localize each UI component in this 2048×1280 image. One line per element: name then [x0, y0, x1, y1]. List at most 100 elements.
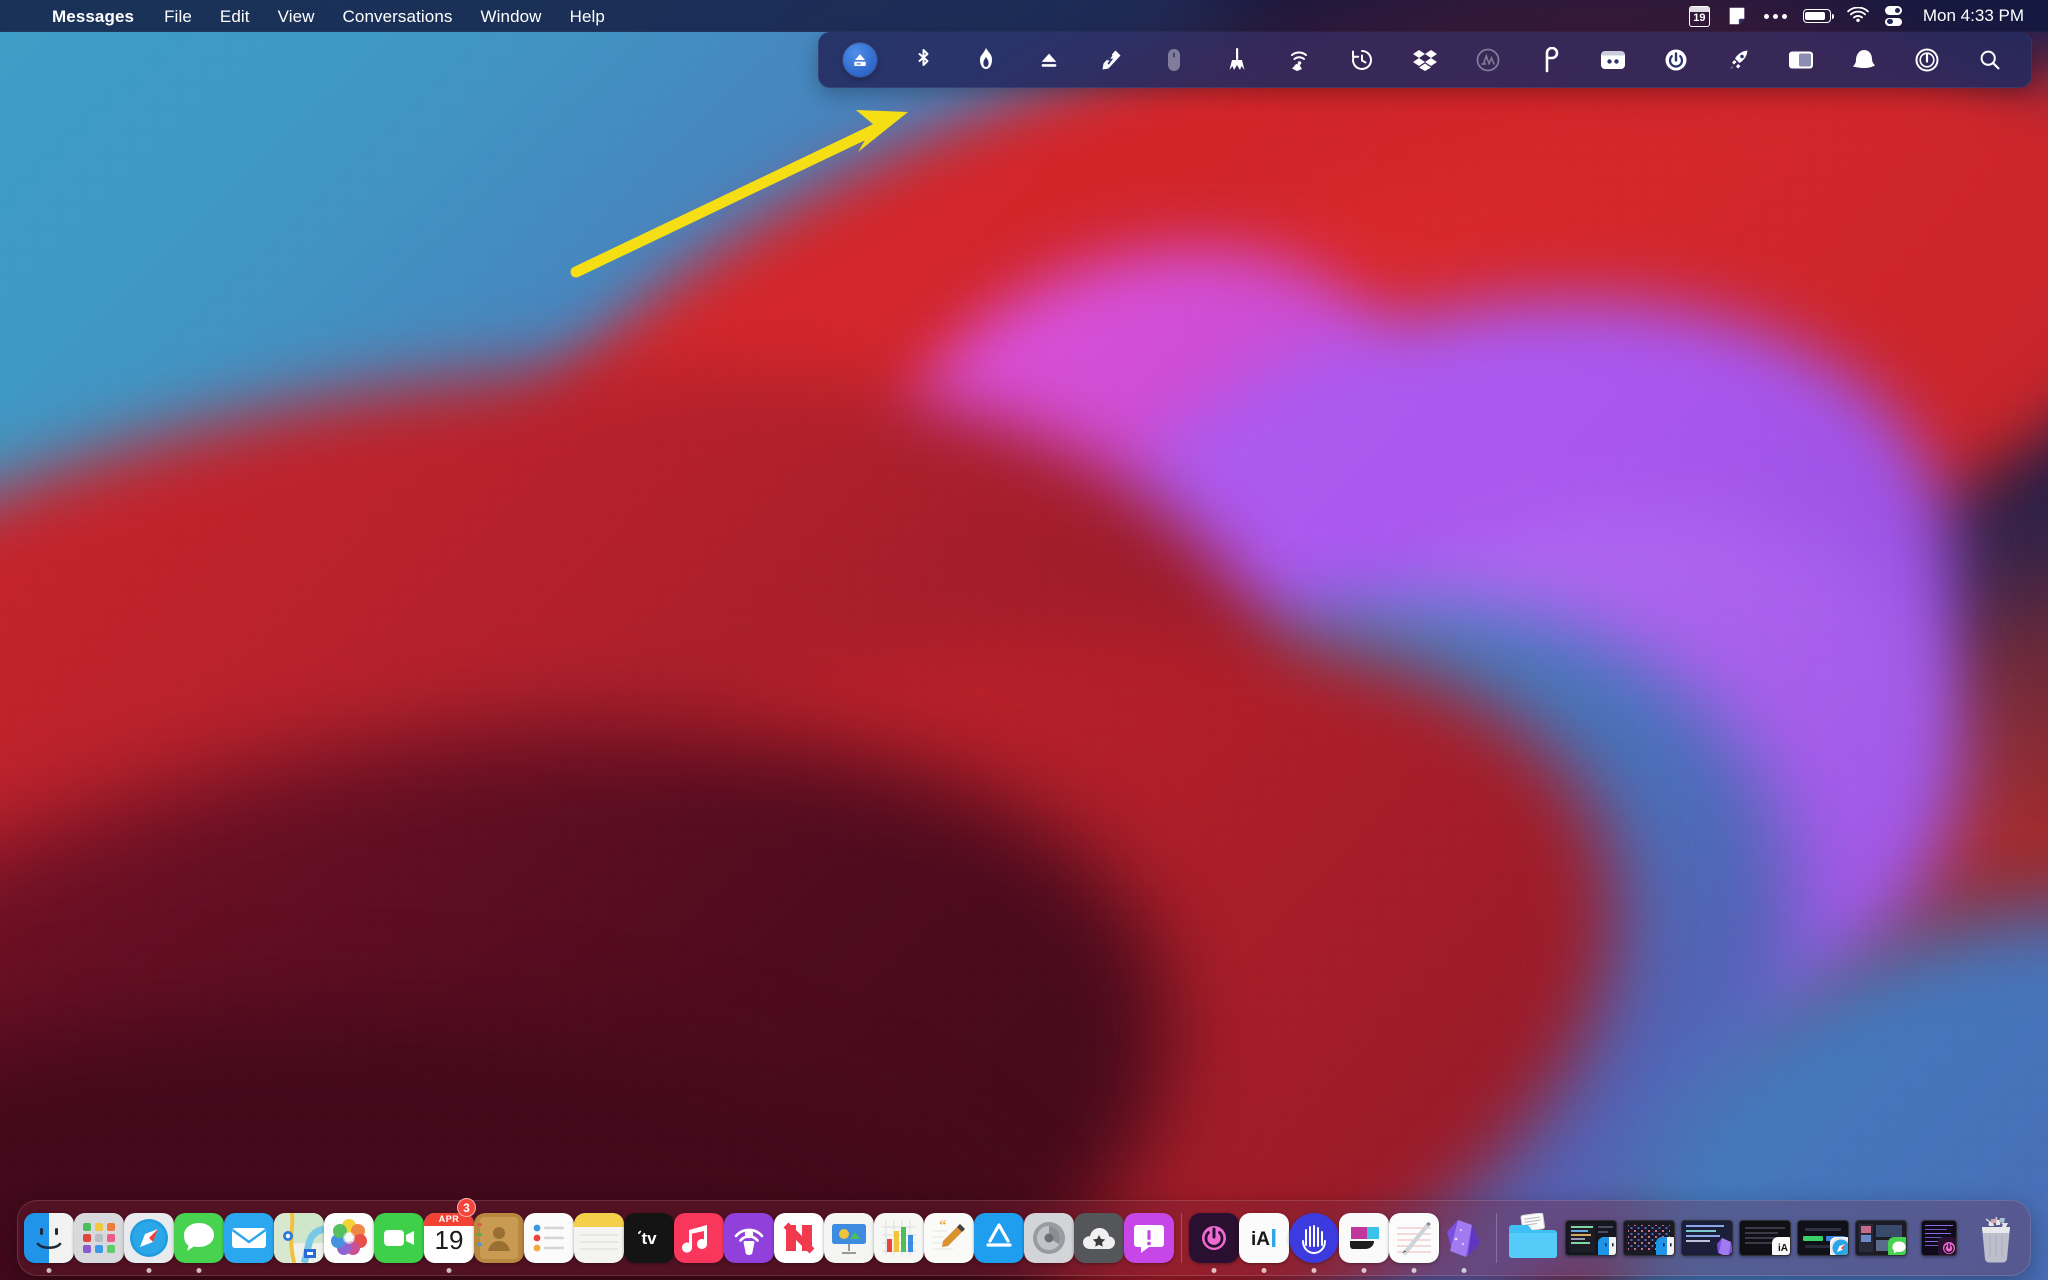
dock-minimized-window-grid[interactable] [1620, 1200, 1678, 1276]
time-machine-icon[interactable] [1331, 32, 1394, 88]
minimized-window-app-badge [1938, 1237, 1956, 1255]
bluetooth-icon[interactable] [892, 32, 955, 88]
eject-icon[interactable] [1017, 32, 1080, 88]
dock-item-mail[interactable] [224, 1200, 274, 1276]
dock-minimized-window-browser[interactable] [1794, 1200, 1852, 1276]
dock-item-downloads-folder[interactable] [1504, 1200, 1562, 1276]
minimized-window-thumb [1681, 1220, 1733, 1256]
app-store-icon [974, 1213, 1024, 1263]
dock-item-crystal-app[interactable] [1439, 1200, 1489, 1276]
power-circle-icon[interactable] [1645, 32, 1708, 88]
notes-icon [574, 1213, 624, 1263]
dock-item-notes[interactable] [574, 1200, 624, 1276]
dock-item-system-preferences[interactable] [1024, 1200, 1074, 1276]
mouse-icon[interactable] [1143, 32, 1206, 88]
eject-drive-icon[interactable] [829, 32, 892, 88]
minimized-window-app-badge [1656, 1237, 1674, 1255]
menu-item-conversations[interactable]: Conversations [329, 0, 467, 32]
menu-item-edit[interactable]: Edit [206, 0, 264, 32]
ghost-bell-icon[interactable] [1833, 32, 1896, 88]
dock-item-tv[interactable]: tv [624, 1200, 674, 1276]
dock-item-messages[interactable] [174, 1200, 224, 1276]
ellipsis-icon[interactable] [1756, 0, 1795, 32]
running-indicator [1261, 1268, 1267, 1273]
dock-minimized-window-dark[interactable]: iA [1736, 1200, 1794, 1276]
dock-item-numbers[interactable] [874, 1200, 924, 1276]
menu-item-messages[interactable]: Messages [36, 0, 150, 32]
dock-item-cloud-star[interactable] [1074, 1200, 1124, 1276]
dock-item-trash[interactable] [1968, 1200, 2024, 1276]
dock-minimized-window-terminal-1[interactable] [1562, 1200, 1620, 1276]
music-icon [674, 1213, 724, 1263]
svg-text:tv: tv [641, 1229, 657, 1248]
battery-icon[interactable] [1795, 0, 1839, 32]
dock-item-contacts[interactable] [474, 1200, 524, 1276]
stickies-icon[interactable] [1718, 0, 1756, 32]
rocket-icon[interactable] [1707, 32, 1770, 88]
display-split-icon[interactable] [1770, 32, 1833, 88]
dock-item-news[interactable] [774, 1200, 824, 1276]
control-center-pill-top [1885, 6, 1903, 15]
ia-writer-icon: iA [1239, 1213, 1289, 1263]
svg-text:“: “ [939, 1218, 947, 1234]
news-icon [774, 1213, 824, 1263]
minimized-window-thumb [1565, 1220, 1617, 1256]
dock-item-maps[interactable] [274, 1200, 324, 1276]
dock-item-textedit[interactable] [1389, 1200, 1439, 1276]
wifi-icon[interactable] [1839, 0, 1877, 32]
creative-cloud-icon[interactable] [1456, 32, 1519, 88]
dock-item-purple-alert[interactable] [1124, 1200, 1174, 1276]
p-key-icon[interactable] [1519, 32, 1582, 88]
dock-minimized-window-list[interactable] [1910, 1200, 1968, 1276]
apple-menu-icon[interactable] [14, 0, 36, 32]
airdrop-hand-icon[interactable] [1268, 32, 1331, 88]
minimized-window-app-badge [1598, 1237, 1616, 1255]
reminders-icon [524, 1213, 574, 1263]
lightning-note-icon[interactable] [1080, 32, 1143, 88]
dock-item-hand-app[interactable] [1289, 1200, 1339, 1276]
dock-item-pages[interactable]: “ [924, 1200, 974, 1276]
dock-item-launchpad[interactable] [74, 1200, 124, 1276]
menu-item-help[interactable]: Help [556, 0, 619, 32]
dock-item-paste-app[interactable] [1339, 1200, 1389, 1276]
eject-drive-icon-highlight [843, 42, 878, 77]
search-icon[interactable] [1958, 32, 2021, 88]
wallpaper-grain-overlay [0, 0, 2048, 1280]
dock-item-bartender[interactable] [1189, 1200, 1239, 1276]
dock-item-facetime[interactable] [374, 1200, 424, 1276]
dock-item-podcasts[interactable] [724, 1200, 774, 1276]
little-snitch-icon[interactable] [1895, 32, 1958, 88]
calendar-day-label: 19 [434, 1225, 464, 1255]
dock-item-ia-writer[interactable]: iA [1239, 1200, 1289, 1276]
menu-bar-clock[interactable]: Mon 4:33 PM [1911, 6, 2032, 26]
menu-item-window[interactable]: Window [467, 0, 556, 32]
menu-item-view[interactable]: View [264, 0, 329, 32]
ellipsis-dots [1763, 13, 1787, 19]
running-indicator [1361, 1268, 1367, 1273]
dropbox-icon[interactable] [1394, 32, 1457, 88]
control-center-icon[interactable] [1877, 0, 1911, 32]
dock-item-music[interactable] [674, 1200, 724, 1276]
dock-item-app-store[interactable] [974, 1200, 1024, 1276]
menu-item-file[interactable]: File [150, 0, 206, 32]
dock-item-keynote[interactable] [824, 1200, 874, 1276]
dock-item-calendar[interactable]: APR 19 3 [424, 1198, 476, 1276]
dock-item-reminders[interactable] [524, 1200, 574, 1276]
trash-icon [1970, 1213, 2022, 1263]
wallet-face-icon[interactable] [1582, 32, 1645, 88]
running-indicator [1461, 1268, 1467, 1273]
tv-icon: tv [624, 1213, 674, 1263]
contacts-icon [474, 1213, 524, 1263]
broom-icon[interactable] [1205, 32, 1268, 88]
dock-item-finder[interactable] [24, 1200, 74, 1276]
running-indicator [1411, 1268, 1417, 1273]
dock-item-safari[interactable] [124, 1200, 174, 1276]
purple-alert-icon [1124, 1213, 1174, 1263]
calendar-icon[interactable]: 19 [1681, 0, 1718, 32]
dock-minimized-window-photos[interactable] [1852, 1200, 1910, 1276]
flame-icon[interactable] [954, 32, 1017, 88]
dock-item-photos[interactable] [324, 1200, 374, 1276]
numbers-icon [874, 1213, 924, 1263]
dock-minimized-window-code[interactable] [1678, 1200, 1736, 1276]
calendar-app-icon: APR 19 [424, 1213, 474, 1263]
